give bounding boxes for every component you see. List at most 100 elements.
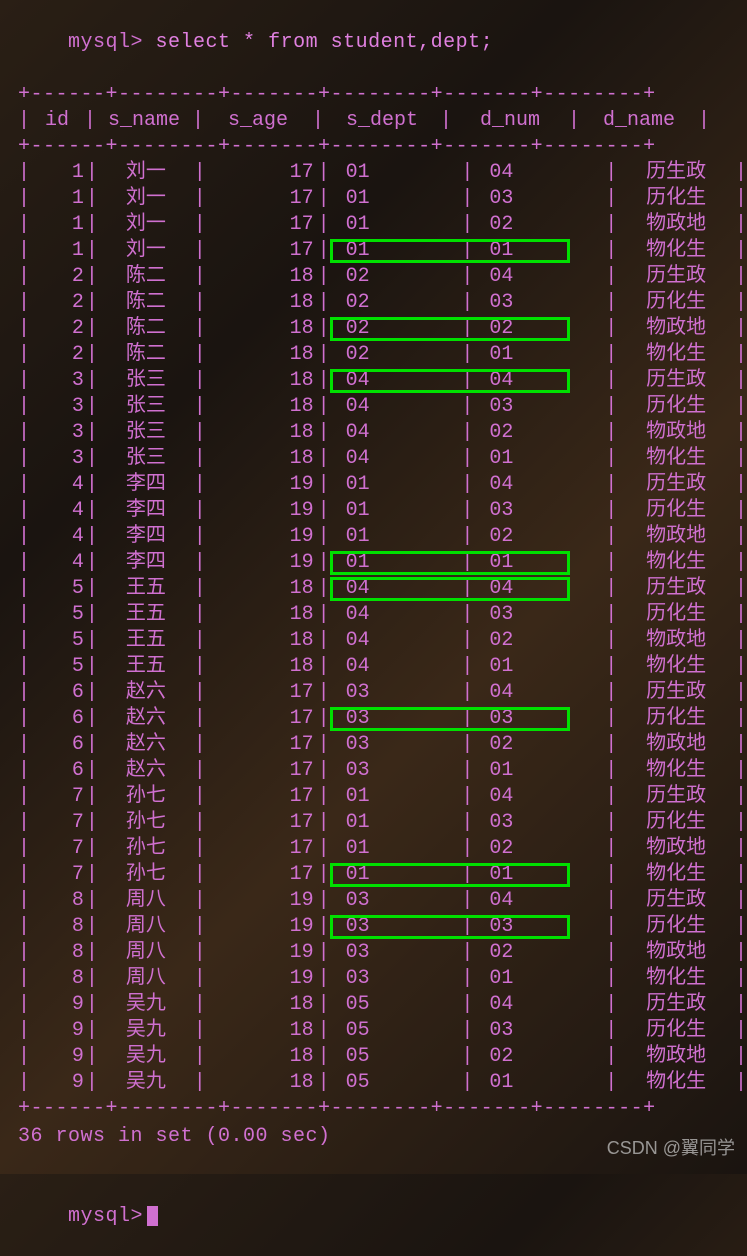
table-row: |2|陈二|18|02|02|物政地| [0,316,747,342]
cell-sdept: 03 [330,680,462,706]
cell-sage: 17 [206,758,318,784]
cell-id: 4 [30,472,86,498]
cell-dname: 历化生 [617,706,735,732]
cell-sage: 19 [206,940,318,966]
cell-sname: 王五 [98,602,194,628]
cell-sage: 18 [206,368,318,394]
cell-sdept: 03 [330,758,462,784]
cell-dname: 物化生 [617,758,735,784]
cell-sdept: 03 [330,940,462,966]
table-row: |4|李四|19|01|04|历生政| [0,472,747,498]
cell-dnum: 01 [473,1070,605,1096]
table-row: |4|李四|19|01|02|物政地| [0,524,747,550]
header-sname: s_name [96,108,192,134]
header-sage: s_age [204,108,312,134]
cell-id: 5 [30,654,86,680]
cell-dnum: 01 [473,238,605,264]
cell-sdept: 01 [330,160,462,186]
cell-dnum: 04 [473,368,605,394]
cell-dnum: 03 [473,290,605,316]
table-border-mid: +------+--------+-------+--------+------… [0,134,747,160]
cell-sage: 18 [206,628,318,654]
cell-dnum: 04 [473,992,605,1018]
cell-sage: 18 [206,264,318,290]
table-row: |9|吴九|18|05|01|物化生| [0,1070,747,1096]
cell-id: 6 [30,706,86,732]
cell-dnum: 02 [473,628,605,654]
cell-dname: 物政地 [617,316,735,342]
cell-sname: 张三 [98,420,194,446]
cell-id: 9 [30,992,86,1018]
cell-id: 8 [30,966,86,992]
cell-sname: 吴九 [98,1070,194,1096]
cell-sdept: 04 [330,420,462,446]
cell-sdept: 03 [330,914,462,940]
table-row: |2|陈二|18|02|01|物化生| [0,342,747,368]
cell-sname: 张三 [98,446,194,472]
table-row: |2|陈二|18|02|03|历化生| [0,290,747,316]
cell-dnum: 01 [473,862,605,888]
cell-dname: 历生政 [617,784,735,810]
cell-sdept: 01 [330,212,462,238]
cell-sage: 18 [206,1070,318,1096]
cell-dnum: 04 [473,680,605,706]
cell-dnum: 01 [473,966,605,992]
cell-sname: 王五 [98,654,194,680]
cell-id: 6 [30,680,86,706]
table-row: |5|王五|18|04|03|历化生| [0,602,747,628]
cell-sdept: 01 [330,810,462,836]
table-row: |6|赵六|17|03|03|历化生| [0,706,747,732]
cell-sname: 周八 [98,940,194,966]
cell-sage: 18 [206,316,318,342]
cell-dname: 物政地 [617,836,735,862]
cell-dname: 历化生 [617,602,735,628]
table-row: |7|孙七|17|01|01|物化生| [0,862,747,888]
cell-sname: 陈二 [98,264,194,290]
cell-dnum: 01 [473,550,605,576]
cell-dnum: 01 [473,342,605,368]
cell-sdept: 02 [330,342,462,368]
table-row: |6|赵六|17|03|04|历生政| [0,680,747,706]
cell-id: 7 [30,784,86,810]
header-dnum: d_num [452,108,568,134]
cell-sname: 陈二 [98,342,194,368]
cell-sdept: 04 [330,394,462,420]
table-row: |5|王五|18|04|04|历生政| [0,576,747,602]
table-row: |9|吴九|18|05|02|物政地| [0,1044,747,1070]
cell-dnum: 03 [473,498,605,524]
cell-dnum: 04 [473,784,605,810]
cell-sname: 孙七 [98,836,194,862]
cell-sage: 18 [206,602,318,628]
cell-sage: 18 [206,1018,318,1044]
cell-dnum: 01 [473,654,605,680]
header-id: id [30,108,84,134]
cell-sage: 18 [206,576,318,602]
cell-dname: 物政地 [617,628,735,654]
cell-sname: 孙七 [98,862,194,888]
cell-id: 3 [30,394,86,420]
cell-id: 3 [30,368,86,394]
cell-sage: 18 [206,1044,318,1070]
table-row: |2|陈二|18|02|04|历生政| [0,264,747,290]
cell-sage: 17 [206,160,318,186]
cell-sdept: 05 [330,1044,462,1070]
cell-dname: 历化生 [617,186,735,212]
table-row: |8|周八|19|03|03|历化生| [0,914,747,940]
terminal-output[interactable]: mysql> select * from student,dept; +----… [0,0,747,1256]
cell-id: 4 [30,550,86,576]
cell-id: 3 [30,446,86,472]
cell-sname: 吴九 [98,992,194,1018]
cell-sdept: 01 [330,498,462,524]
cell-dnum: 02 [473,940,605,966]
cell-sname: 王五 [98,576,194,602]
prompt-line[interactable]: mysql> [0,1178,747,1256]
cell-sname: 张三 [98,394,194,420]
cell-dnum: 04 [473,160,605,186]
cell-sname: 赵六 [98,680,194,706]
cell-sname: 孙七 [98,810,194,836]
cell-id: 5 [30,576,86,602]
cell-id: 8 [30,914,86,940]
cell-sage: 19 [206,524,318,550]
cell-dnum: 03 [473,914,605,940]
table-row: |1|刘一|17|01|03|历化生| [0,186,747,212]
